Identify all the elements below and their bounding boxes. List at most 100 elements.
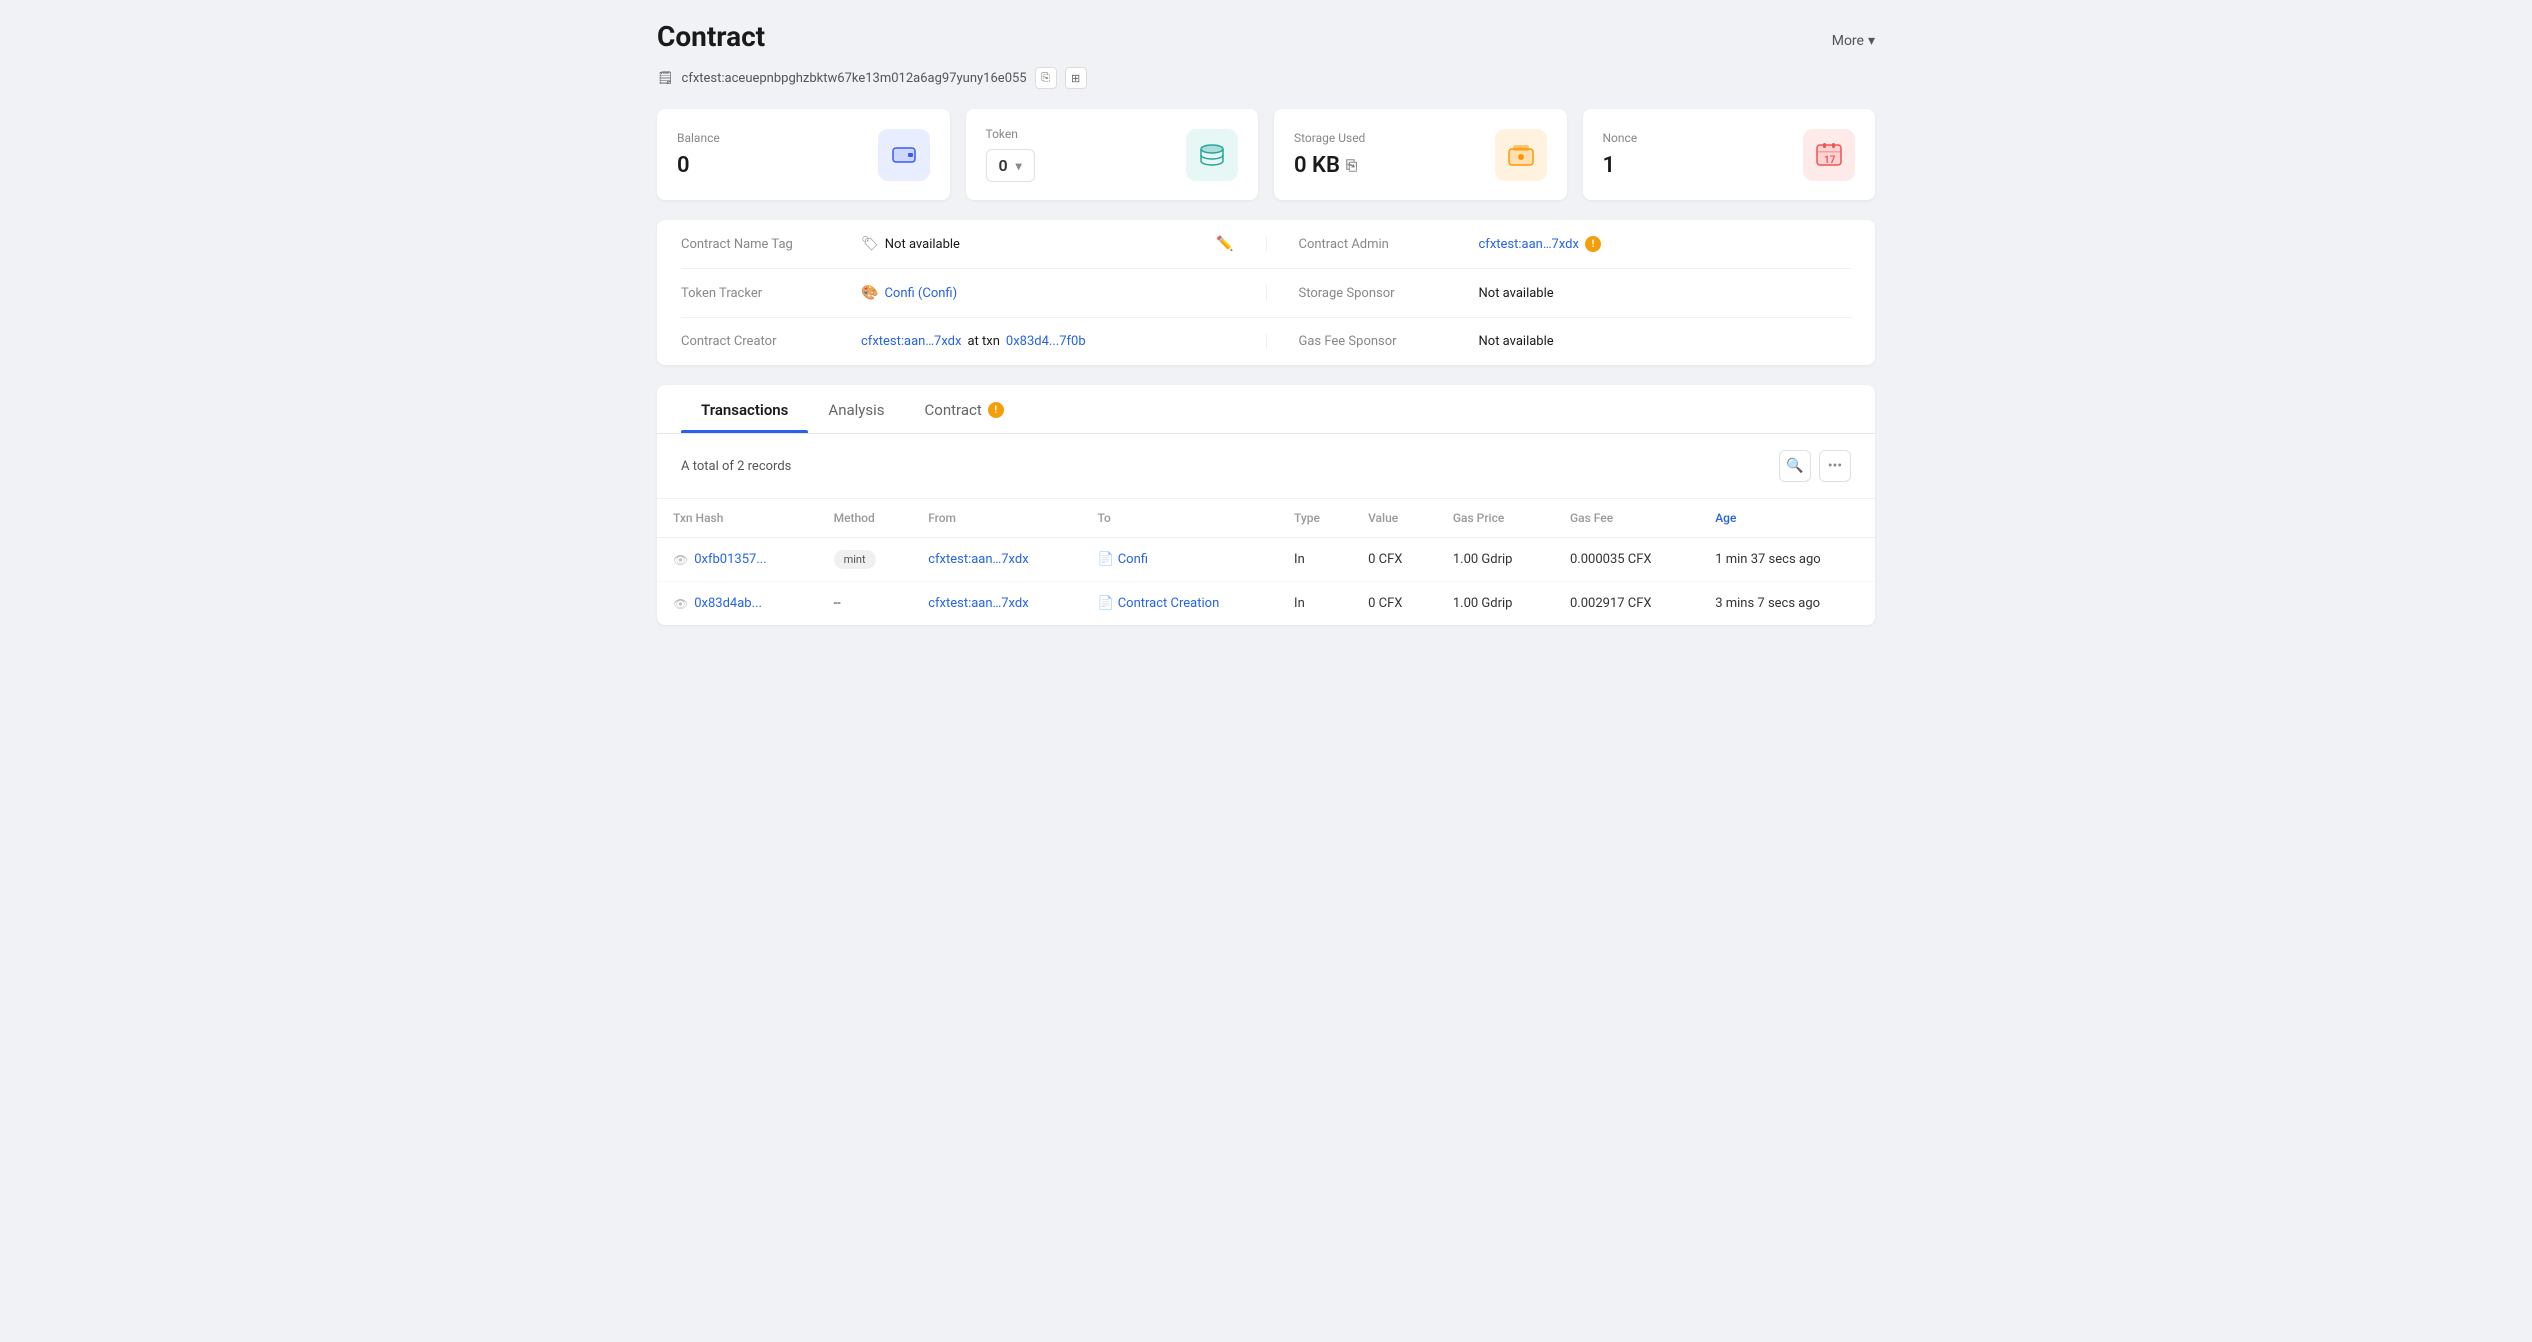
- txn-hash-cell: 👁 0x83d4ab...: [657, 582, 818, 626]
- gas-sponsor-val: Not available: [1479, 334, 1554, 349]
- age-cell: 1 min 37 secs ago: [1699, 538, 1875, 582]
- info-name-tag: Contract Name Tag 🏷 Not available ✏️: [681, 236, 1234, 252]
- page-title: Contract: [657, 20, 765, 53]
- to-link[interactable]: Confi: [1118, 552, 1148, 567]
- balance-card: Balance 0: [657, 109, 950, 200]
- gas-fee-cell: 0.002917 CFX: [1554, 582, 1699, 626]
- table-header-bar: A total of 2 records 🔍 •••: [657, 434, 1875, 499]
- copy-address-button[interactable]: ⎘: [1035, 67, 1057, 89]
- transactions-table: Txn Hash Method From To Type Value Gas P…: [657, 499, 1875, 625]
- col-to: To: [1082, 499, 1279, 538]
- creator-txn-link[interactable]: 0x83d4...7f0b: [1006, 334, 1086, 349]
- token-tracker-link[interactable]: Confi (Confi): [884, 286, 957, 301]
- token-label: Token: [986, 127, 1035, 141]
- to-cell: 📄 Contract Creation: [1082, 582, 1279, 626]
- info-row-creator-gas: Contract Creator cfxtest:aan…7xdx at txn…: [681, 318, 1851, 365]
- txn-hash-link[interactable]: 0xfb01357...: [694, 552, 766, 567]
- balance-icon: [878, 129, 930, 181]
- col-txn-hash: Txn Hash: [657, 499, 818, 538]
- vertical-divider: [1266, 236, 1267, 252]
- tabs-bar: Transactions Analysis Contract !: [657, 385, 1875, 434]
- method-badge: mint: [834, 550, 876, 569]
- storage-copy-icon[interactable]: ⎘: [1346, 158, 1357, 174]
- info-panel: Contract Name Tag 🏷 Not available ✏️ Con…: [657, 220, 1875, 365]
- col-gas-fee: Gas Fee: [1554, 499, 1699, 538]
- creator-address-link[interactable]: cfxtest:aan…7xdx: [861, 334, 961, 349]
- search-button[interactable]: 🔍: [1779, 450, 1811, 482]
- table-actions: 🔍 •••: [1779, 450, 1851, 482]
- col-age: Age: [1699, 499, 1875, 538]
- token-tracker-key: Token Tracker: [681, 286, 861, 301]
- info-row-name-admin: Contract Name Tag 🏷 Not available ✏️ Con…: [681, 220, 1851, 269]
- from-cell: cfxtest:aan…7xdx: [912, 582, 1081, 626]
- info-creator: Contract Creator cfxtest:aan…7xdx at txn…: [681, 334, 1234, 349]
- method-cell: mint: [818, 538, 913, 582]
- creator-at-txn: at txn: [967, 334, 999, 349]
- chevron-down-icon: ▾: [1016, 159, 1022, 173]
- method-text: --: [834, 596, 841, 611]
- tab-analysis[interactable]: Analysis: [808, 385, 904, 433]
- cards-row: Balance 0 Token 0 ▾: [657, 109, 1875, 200]
- token-tracker-icon: 🎨: [861, 285, 878, 301]
- balance-label: Balance: [677, 131, 720, 145]
- from-link[interactable]: cfxtest:aan…7xdx: [928, 552, 1028, 567]
- info-gas-sponsor: Gas Fee Sponsor Not available: [1299, 334, 1852, 349]
- from-cell: cfxtest:aan…7xdx: [912, 538, 1081, 582]
- txn-hash-link[interactable]: 0x83d4ab...: [694, 596, 762, 611]
- doc-icon: 📄: [1098, 552, 1114, 567]
- col-from: From: [912, 499, 1081, 538]
- tab-contract[interactable]: Contract !: [905, 385, 1024, 433]
- nonce-icon: 17: [1803, 129, 1855, 181]
- value-cell: 0 CFX: [1352, 538, 1437, 582]
- records-count: A total of 2 records: [681, 459, 791, 474]
- address-bar: 🗒 cfxtest:aceuepnbpghzbktw67ke13m012a6ag…: [657, 67, 1875, 89]
- token-select[interactable]: 0 ▾: [986, 149, 1035, 182]
- table-row: 👁 0xfb01357... mint cfxtest:aan…7xdx 📄 C: [657, 538, 1875, 582]
- storage-sponsor-val: Not available: [1479, 286, 1554, 301]
- type-cell: In: [1278, 582, 1352, 626]
- table-row: 👁 0x83d4ab... -- cfxtest:aan…7xdx 📄 Cont: [657, 582, 1875, 626]
- warn-icon: !: [1585, 236, 1601, 252]
- to-cell: 📄 Confi: [1082, 538, 1279, 582]
- info-token-tracker: Token Tracker 🎨 Confi (Confi): [681, 285, 1234, 301]
- edit-icon[interactable]: ✏️: [1216, 236, 1233, 252]
- storage-value: 0 KB ⎘: [1294, 153, 1365, 178]
- col-gas-price: Gas Price: [1437, 499, 1554, 538]
- token-tracker-val: 🎨 Confi (Confi): [861, 285, 957, 301]
- name-tag-val: 🏷 Not available: [861, 236, 960, 252]
- eye-icon[interactable]: 👁: [673, 553, 688, 567]
- nonce-card: Nonce 1 17: [1583, 109, 1876, 200]
- admin-link[interactable]: cfxtest:aan…7xdx: [1479, 237, 1579, 252]
- nonce-label: Nonce: [1603, 131, 1638, 145]
- gas-sponsor-key: Gas Fee Sponsor: [1299, 334, 1479, 349]
- storage-sponsor-key: Storage Sponsor: [1299, 286, 1479, 301]
- doc-icon: 📄: [1098, 596, 1114, 611]
- ellipsis-icon: •••: [1828, 458, 1842, 474]
- info-admin: Contract Admin cfxtest:aan…7xdx !: [1299, 236, 1852, 252]
- value-cell: 0 CFX: [1352, 582, 1437, 626]
- eye-icon[interactable]: 👁: [673, 597, 688, 611]
- more-button[interactable]: More ▾: [1832, 33, 1875, 49]
- qr-button[interactable]: ⊞: [1065, 67, 1087, 89]
- address-text: cfxtest:aceuepnbpghzbktw67ke13m012a6ag97…: [682, 71, 1027, 86]
- chevron-down-icon: ▾: [1868, 33, 1875, 49]
- txn-hash-cell: 👁 0xfb01357...: [657, 538, 818, 582]
- vertical-divider: [1266, 334, 1267, 349]
- more-options-button[interactable]: •••: [1819, 450, 1851, 482]
- creator-val: cfxtest:aan…7xdx at txn 0x83d4...7f0b: [861, 334, 1086, 349]
- gas-fee-cell: 0.000035 CFX: [1554, 538, 1699, 582]
- from-link[interactable]: cfxtest:aan…7xdx: [928, 596, 1028, 611]
- vertical-divider: [1266, 285, 1267, 301]
- col-value: Value: [1352, 499, 1437, 538]
- svg-text:17: 17: [1824, 155, 1836, 166]
- contract-tab-badge: !: [988, 402, 1004, 418]
- tab-transactions[interactable]: Transactions: [681, 385, 808, 433]
- name-tag-key: Contract Name Tag: [681, 237, 861, 252]
- token-card: Token 0 ▾: [966, 109, 1259, 200]
- age-cell: 3 mins 7 secs ago: [1699, 582, 1875, 626]
- to-link[interactable]: Contract Creation: [1118, 596, 1220, 611]
- balance-value: 0: [677, 153, 720, 178]
- storage-card: Storage Used 0 KB ⎘: [1274, 109, 1567, 200]
- search-icon: 🔍: [1786, 458, 1803, 474]
- tag-icon: 🏷: [861, 236, 879, 252]
